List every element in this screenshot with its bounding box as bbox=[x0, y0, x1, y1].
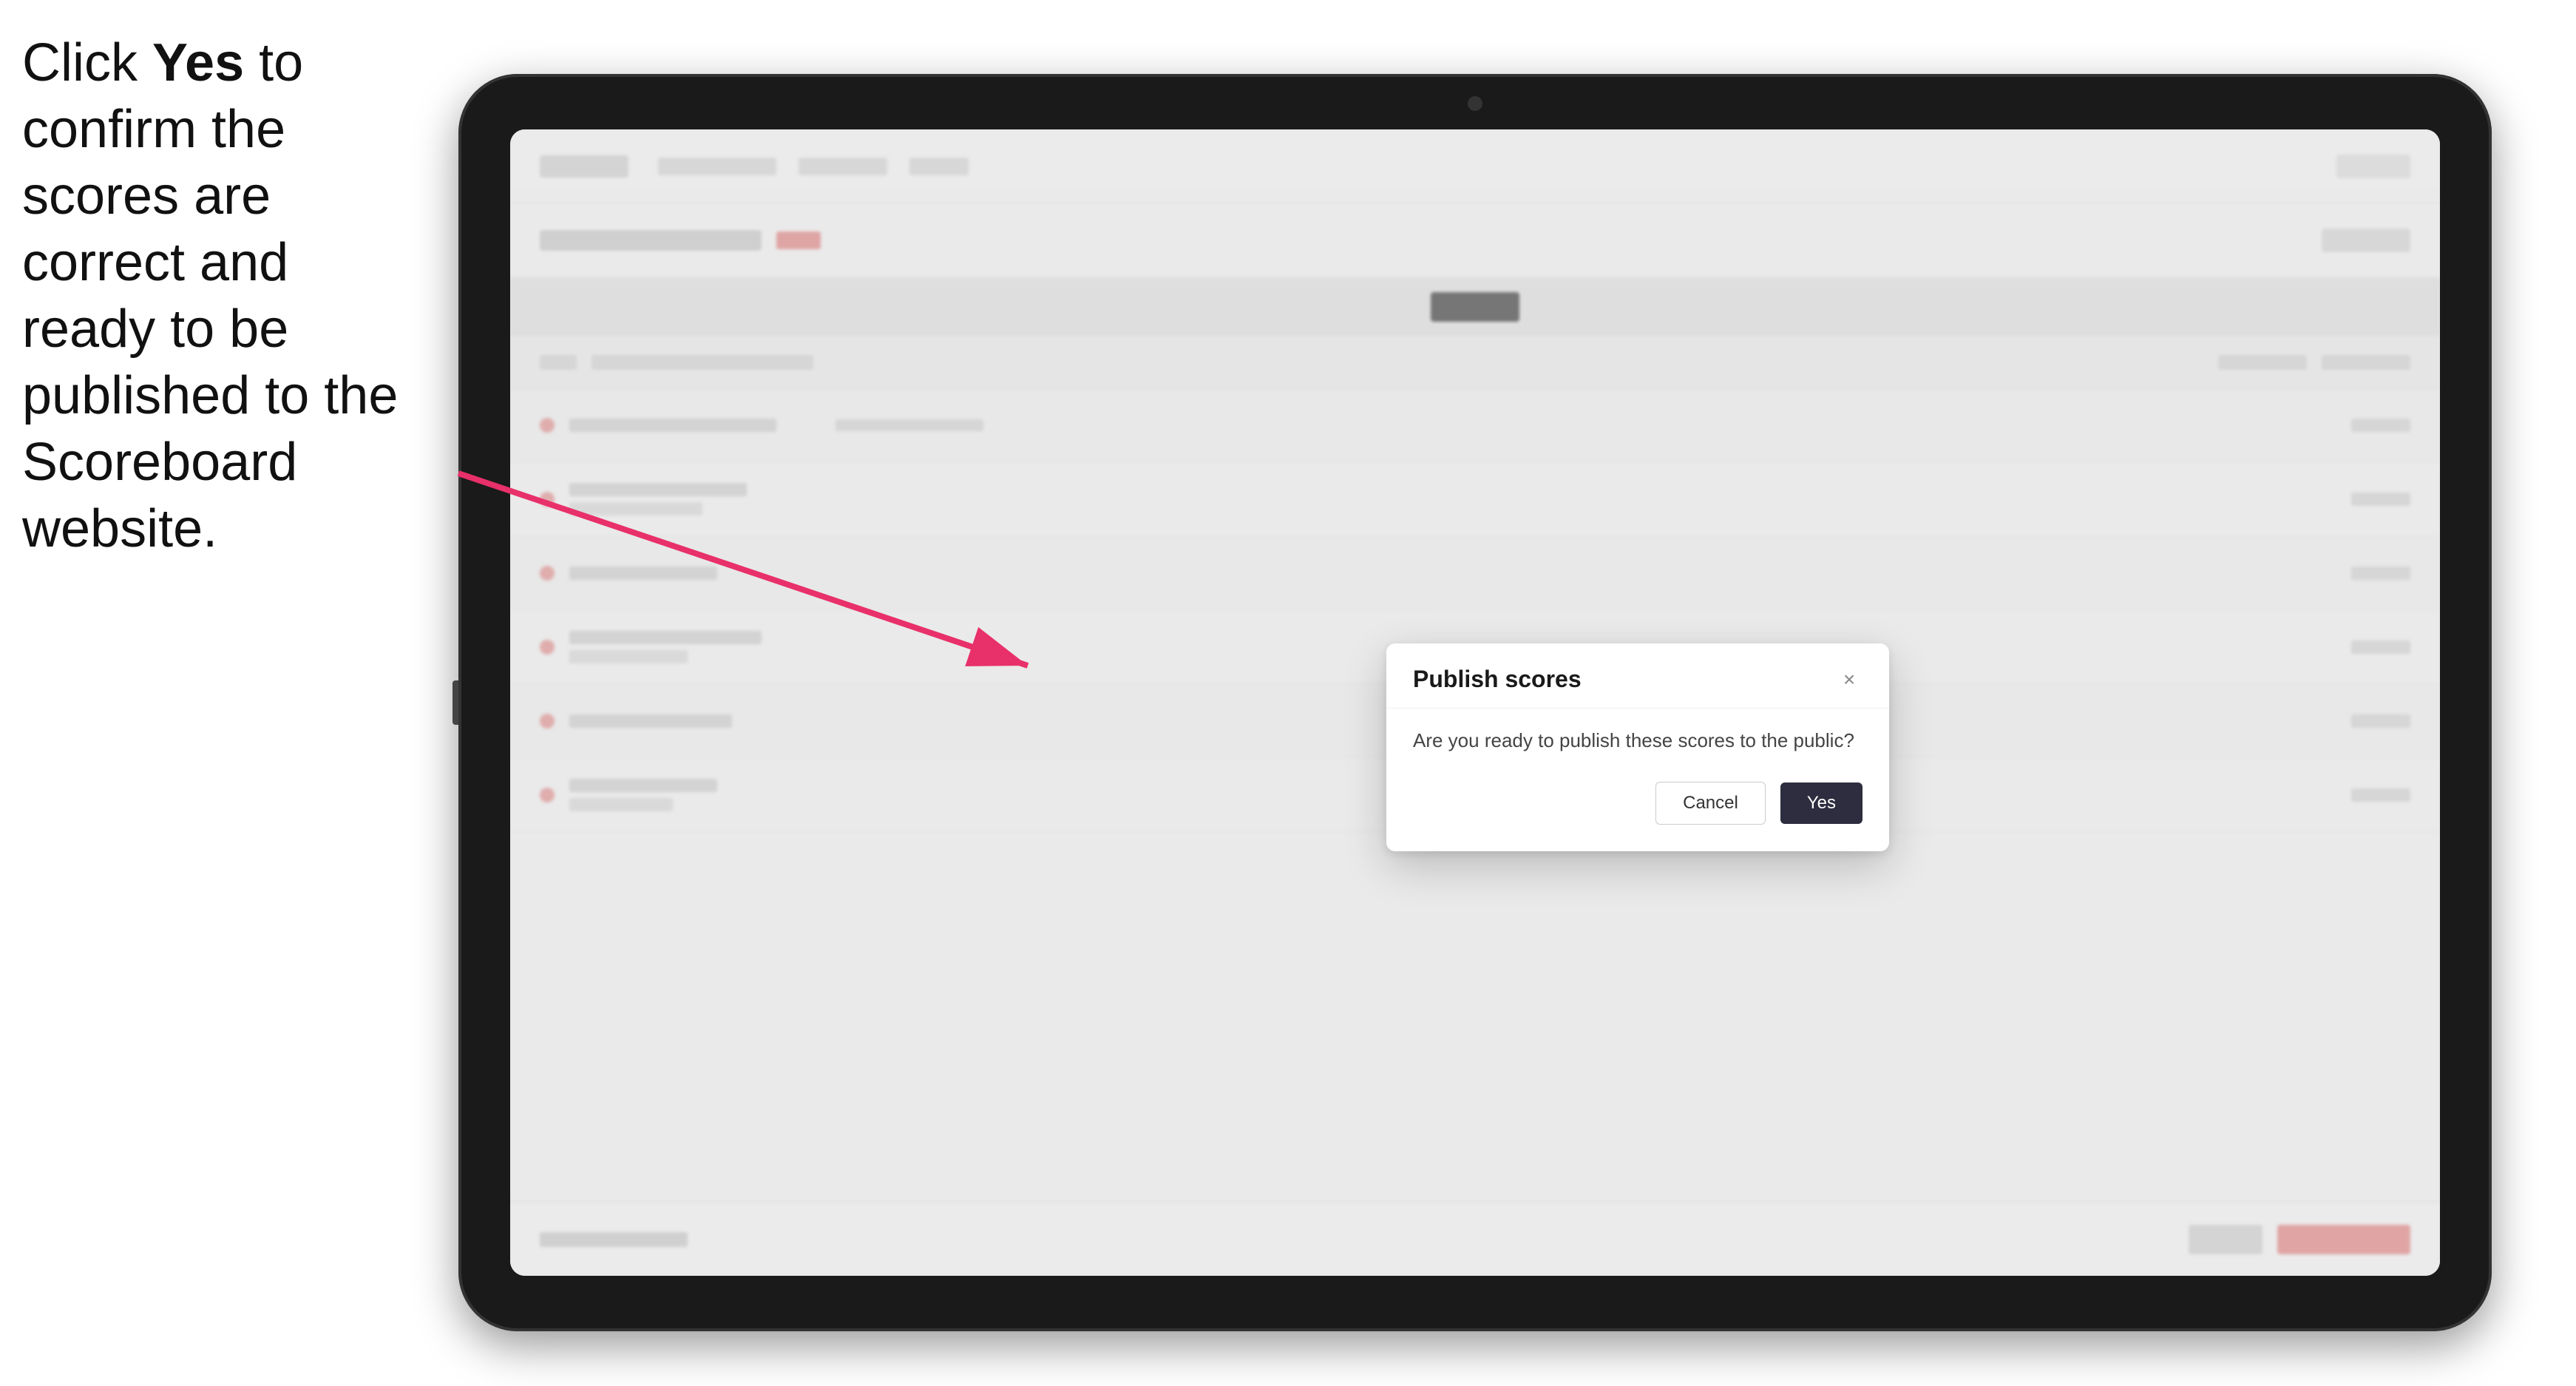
dialog-body: Are you ready to publish these scores to… bbox=[1386, 709, 1889, 851]
tablet-frame: Publish scores × Are you ready to publis… bbox=[458, 74, 2492, 1331]
cancel-button[interactable]: Cancel bbox=[1655, 782, 1766, 825]
yes-bold: Yes bbox=[152, 33, 244, 92]
dialog-actions: Cancel Yes bbox=[1413, 782, 1862, 825]
dialog-header: Publish scores × bbox=[1386, 643, 1889, 709]
modal-overlay: Publish scores × Are you ready to publis… bbox=[510, 129, 2440, 1276]
dialog-message: Are you ready to publish these scores to… bbox=[1413, 729, 1862, 752]
publish-dialog: Publish scores × Are you ready to publis… bbox=[1386, 643, 1889, 851]
dialog-title: Publish scores bbox=[1413, 666, 1582, 693]
instruction-text: Click Yes to confirm the scores are corr… bbox=[22, 30, 436, 562]
tablet-screen: Publish scores × Are you ready to publis… bbox=[510, 129, 2440, 1276]
yes-button[interactable]: Yes bbox=[1780, 782, 1862, 824]
dialog-close-button[interactable]: × bbox=[1836, 666, 1862, 693]
